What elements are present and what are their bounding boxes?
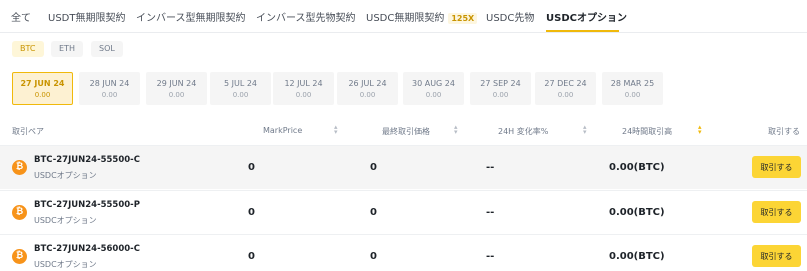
volume-value: 0.00(BTC)	[609, 207, 665, 218]
tab-usdc-perpetual-label: USDC無期限契約	[366, 13, 445, 24]
expiry-value: 0.00	[232, 91, 249, 99]
sort-icon[interactable]: ▴ ▾	[583, 124, 587, 136]
tab-all[interactable]: 全て	[11, 9, 31, 24]
tab-usdc-futures[interactable]: USDC先物	[486, 9, 534, 24]
expiry-card[interactable]: 29 JUN 24 0.00	[146, 72, 207, 105]
header-last-price[interactable]: 最終取引価格	[382, 126, 430, 137]
expiry-card[interactable]: 28 MAR 25 0.00	[602, 72, 663, 105]
table-row[interactable]: ₿ BTC-27JUN24-55500-C USDCオプション 0 0 -- 0…	[0, 145, 807, 189]
sort-active-icon[interactable]: ▴ ▾	[698, 124, 702, 136]
expiry-date: 27 JUN 24	[20, 79, 65, 88]
tab-usdc-perpetual[interactable]: USDC無期限契約 125X	[366, 9, 478, 24]
volume-value: 0.00(BTC)	[609, 251, 665, 262]
expiry-card[interactable]: 28 JUN 24 0.00	[79, 72, 140, 105]
volume-value: 0.00(BTC)	[609, 162, 665, 173]
btc-coin-icon: ₿	[12, 205, 27, 220]
expiry-date: 29 JUN 24	[156, 79, 197, 88]
expiry-card[interactable]: 30 AUG 24 0.00	[403, 72, 464, 105]
expiry-value: 0.00	[557, 91, 574, 99]
expiry-date: 27 SEP 24	[480, 79, 521, 88]
last-price-value: 0	[370, 251, 377, 262]
expiry-date: 28 MAR 25	[610, 79, 655, 88]
asset-chip-eth[interactable]: ETH	[51, 41, 83, 57]
expiry-value: 0.00	[168, 91, 185, 99]
expiry-value: 0.00	[492, 91, 509, 99]
asset-chip-btc[interactable]: BTC	[12, 41, 44, 57]
trade-button[interactable]: 取引する	[752, 156, 801, 178]
expiry-date: 27 DEC 24	[544, 79, 587, 88]
tab-usdt-perpetual[interactable]: USDT無期限契約	[48, 9, 125, 24]
expiry-value: 0.00	[359, 91, 376, 99]
table-row[interactable]: ₿ BTC-27JUN24-56000-C USDCオプション 0 0 -- 0…	[0, 234, 807, 271]
header-pair: 取引ペア	[12, 127, 44, 136]
expiry-card[interactable]: 26 JUL 24 0.00	[337, 72, 398, 105]
expiry-date: 12 JUL 24	[284, 79, 323, 88]
expiry-card[interactable]: 12 JUL 24 0.00	[273, 72, 334, 105]
option-category: USDCオプション	[34, 216, 97, 225]
change-value: --	[486, 251, 495, 262]
header-mark-price[interactable]: MarkPrice	[263, 126, 302, 135]
mark-price-value: 0	[248, 251, 255, 262]
expiry-card[interactable]: 27 DEC 24 0.00	[535, 72, 596, 105]
option-symbol: BTC-27JUN24-56000-C	[34, 244, 140, 254]
expiry-value: 0.00	[101, 91, 118, 99]
expiry-value: 0.00	[34, 91, 51, 99]
tab-inverse-futures[interactable]: インバース型先物契約	[256, 9, 356, 24]
trade-button[interactable]: 取引する	[752, 201, 801, 223]
expiry-card[interactable]: 27 JUN 24 0.00	[12, 72, 73, 105]
expiry-date: 28 JUN 24	[89, 79, 130, 88]
option-symbol: BTC-27JUN24-55500-C	[34, 155, 140, 165]
header-action: 取引する	[768, 127, 800, 136]
expiry-value: 0.00	[624, 91, 641, 99]
market-tabs: 全て USDT無期限契約 インバース型無期限契約 インバース型先物契約 USDC…	[0, 0, 807, 33]
sort-icon[interactable]: ▴ ▾	[334, 124, 338, 136]
change-value: --	[486, 162, 495, 173]
change-value: --	[486, 207, 495, 218]
expiry-date: 5 JUL 24	[223, 79, 258, 88]
table-row[interactable]: ₿ BTC-27JUN24-55500-P USDCオプション 0 0 -- 0…	[0, 190, 807, 234]
last-price-value: 0	[370, 207, 377, 218]
expiry-value: 0.00	[425, 91, 442, 99]
mark-price-value: 0	[248, 162, 255, 173]
mark-price-value: 0	[248, 207, 255, 218]
option-category: USDCオプション	[34, 171, 97, 180]
expiry-date: 26 JUL 24	[348, 79, 387, 88]
trade-button[interactable]: 取引する	[752, 245, 801, 267]
asset-chip-sol[interactable]: SOL	[91, 41, 123, 57]
table-header: 取引ペア MarkPrice ▴ ▾ 最終取引価格 ▴ ▾ 24H 変化率% ▴ ▾ …	[0, 118, 807, 144]
tab-usdc-options[interactable]: USDCオプション	[546, 9, 627, 24]
expiry-date: 30 AUG 24	[412, 79, 455, 88]
tab-inverse-perpetual[interactable]: インバース型無期限契約	[136, 9, 246, 24]
btc-coin-icon: ₿	[12, 249, 27, 264]
expiry-card[interactable]: 27 SEP 24 0.00	[470, 72, 531, 105]
expiry-value: 0.00	[295, 91, 312, 99]
leverage-badge: 125X	[448, 13, 478, 24]
option-symbol: BTC-27JUN24-55500-P	[34, 200, 140, 210]
expiry-card[interactable]: 5 JUL 24 0.00	[210, 72, 271, 105]
header-change-24h[interactable]: 24H 変化率%	[498, 126, 548, 137]
last-price-value: 0	[370, 162, 377, 173]
btc-coin-icon: ₿	[12, 160, 27, 175]
active-tab-indicator	[546, 30, 619, 32]
sort-icon[interactable]: ▴ ▾	[454, 124, 458, 136]
header-volume-24h[interactable]: 24時間取引高	[622, 126, 672, 137]
option-category: USDCオプション	[34, 260, 97, 269]
